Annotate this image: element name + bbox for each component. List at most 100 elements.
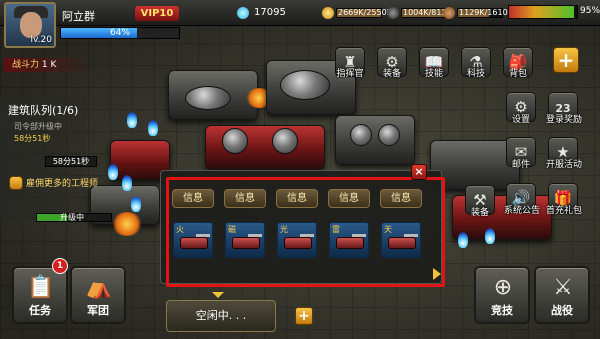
tank-gun: [248, 234, 262, 237]
equip2-label: 装备: [470, 208, 489, 218]
steel-amount: 1129K/1610K: [459, 8, 513, 17]
energy-percent: 95%: [580, 6, 600, 16]
legion-label: 军团: [87, 304, 109, 317]
crosshair-icon: ⊕: [493, 275, 513, 300]
diamond-resource[interactable]: 17095: [237, 5, 303, 21]
energy-bar-fill: [509, 6, 574, 18]
energy-bar: [508, 5, 578, 19]
clipboard-icon: 📋: [27, 275, 55, 300]
info-button-2[interactable]: 信息: [224, 189, 266, 208]
task-badge: 1: [52, 258, 68, 274]
tank-icon: [388, 237, 416, 249]
unit-card-fire[interactable]: 火: [173, 222, 213, 258]
exp-percent: 64%: [110, 28, 131, 38]
settings-label: 设置: [511, 115, 530, 125]
tech-label: 科技: [466, 69, 485, 79]
combat-power-value: 1 K: [41, 60, 57, 70]
building-tank-3: [222, 128, 248, 154]
gold-resource[interactable]: 2669K/2550K: [322, 5, 392, 21]
battle-button[interactable]: ⚔ 战役: [534, 266, 590, 324]
unit-tag: 天: [384, 225, 392, 234]
battle-label: 战役: [551, 304, 573, 317]
commander-label: 指挥官: [336, 69, 364, 79]
unit-tag: 火: [176, 225, 184, 234]
player-name: 阿立群: [62, 10, 95, 23]
oil-resource[interactable]: 1004K/813K: [387, 5, 452, 21]
tank-icon: [284, 237, 312, 249]
tent-icon: ⛺: [85, 275, 113, 300]
build-queue-title[interactable]: 建筑队列(1/6): [8, 102, 78, 118]
tank-icon: [180, 237, 208, 249]
player-avatar[interactable]: lv.20: [4, 2, 56, 48]
add-queue-button[interactable]: +: [295, 307, 313, 325]
task-label: 任务: [29, 304, 51, 317]
mail-label: 邮件: [511, 160, 530, 170]
building-tank-2: [280, 70, 330, 100]
login-reward-label: 登录奖励: [545, 115, 582, 125]
building-tank-6: [378, 124, 400, 146]
build-queue-time: 58分51秒: [14, 134, 51, 143]
combat-power: 战斗力 1 K: [4, 58, 94, 72]
building-tank-4: [272, 128, 298, 154]
tank-gun: [352, 234, 366, 237]
building-depot[interactable]: [335, 115, 415, 165]
upgrade-glow: [112, 212, 142, 236]
add-builder-icon[interactable]: [9, 176, 23, 190]
diamond-count: 17095: [254, 7, 286, 18]
unit-card-light[interactable]: 光: [277, 222, 317, 258]
tank-gun: [300, 234, 314, 237]
vip-badge[interactable]: VIP10: [135, 6, 179, 21]
gold-icon: [322, 7, 334, 19]
popup-arrow-icon[interactable]: [433, 268, 441, 280]
first-charge-label: 首充礼包: [545, 206, 582, 216]
server-event-label: 开服活动: [545, 160, 582, 170]
equipment-label: 装备: [382, 69, 401, 79]
blue-flame-6: [458, 232, 468, 248]
unit-tag: 磁: [228, 225, 236, 234]
build-queue-status: 司令部升级中: [14, 122, 62, 131]
hire-builders-link[interactable]: 雇佣更多的工程师: [26, 176, 98, 189]
gold-amount: 2669K/2550K: [338, 8, 392, 17]
info-button-5[interactable]: 信息: [380, 189, 422, 208]
tank-gun: [196, 234, 210, 237]
player-level: lv.20: [30, 35, 52, 45]
upgrading-label: 升级中: [60, 213, 84, 222]
info-button-1[interactable]: 信息: [172, 189, 214, 208]
legion-button[interactable]: ⛺ 军团: [70, 266, 126, 324]
unit-card-sky[interactable]: 天: [381, 222, 421, 258]
building-tank-1: [185, 86, 231, 110]
skills-label: 技能: [424, 69, 443, 79]
blue-flame-2: [148, 120, 158, 136]
arena-label: 竞技: [491, 304, 513, 317]
steel-icon: [443, 7, 455, 19]
unit-card-magnetic[interactable]: 磁: [225, 222, 265, 258]
idle-status-button[interactable]: 空闲中. . .: [166, 300, 276, 332]
blue-flame-4: [122, 175, 132, 191]
building-tank-5: [350, 124, 372, 146]
diamond-icon: [237, 7, 249, 19]
backpack-label: 背包: [508, 69, 527, 79]
blue-flame-1: [127, 112, 137, 128]
info-button-3[interactable]: 信息: [276, 189, 318, 208]
oil-icon: [387, 7, 399, 19]
blue-flame-3: [108, 164, 118, 180]
info-button-4[interactable]: 信息: [328, 189, 370, 208]
crossed-rifles-icon: ⚔: [553, 275, 573, 300]
unit-tag: 光: [280, 225, 288, 234]
tank-icon: [232, 237, 260, 249]
close-icon[interactable]: ×: [411, 164, 427, 180]
expand-menu-button[interactable]: +: [553, 47, 579, 73]
chevron-down-icon[interactable]: [212, 292, 224, 298]
unit-tag: 雷: [332, 225, 340, 234]
arena-button[interactable]: ⊕ 竞技: [474, 266, 530, 324]
notice-label: 系统公告: [503, 206, 540, 216]
blue-flame-7: [485, 228, 495, 244]
task-button[interactable]: 📋 任务: [12, 266, 68, 324]
tank-icon: [336, 237, 364, 249]
blue-flame-5: [131, 196, 141, 212]
combat-power-label: 战斗力: [12, 60, 40, 70]
building-timer: 58分51秒: [45, 156, 97, 167]
steel-resource[interactable]: 1129K/1610K: [443, 5, 513, 21]
tank-gun: [404, 234, 418, 237]
unit-card-thunder[interactable]: 雷: [329, 222, 369, 258]
